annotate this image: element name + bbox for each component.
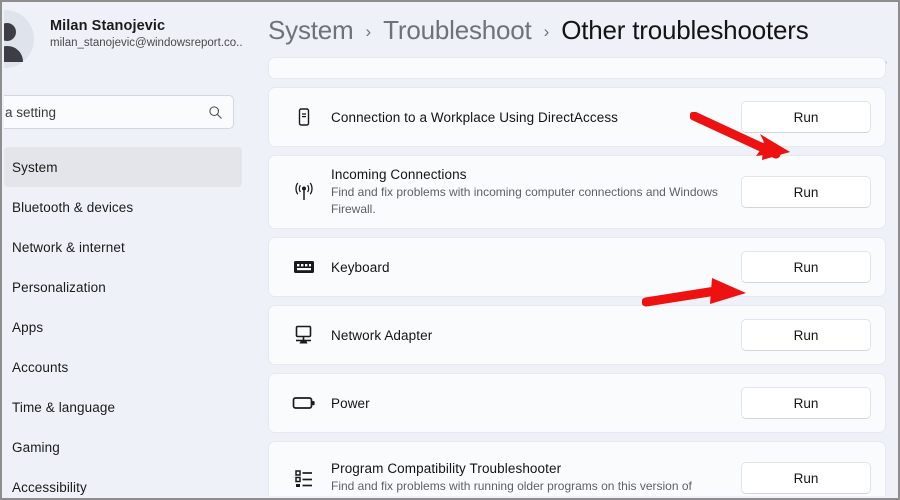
breadcrumb-separator-icon: › (365, 22, 372, 41)
run-button[interactable]: Run (741, 462, 871, 494)
network-computer-icon (287, 318, 321, 352)
troubleshooter-row: Network Adapter Run (268, 305, 886, 365)
breadcrumb: System › Troubleshoot › Other troubleshooter… (242, 4, 896, 57)
troubleshooter-row: Keyboard Run (268, 237, 886, 297)
run-button[interactable]: Run (741, 101, 871, 133)
sidebar-item-network-internet[interactable]: Network & internet (4, 227, 242, 267)
device-card-icon (287, 100, 321, 134)
troubleshooter-text: Power (321, 396, 741, 411)
sidebar-nav: System Bluetooth & devices Network & inter… (4, 147, 242, 498)
sidebar-item-label: Personalization (12, 279, 106, 295)
sidebar-item-label: Accounts (12, 359, 69, 375)
breadcrumb-separator-icon: › (543, 22, 550, 41)
troubleshooter-text: Program Compatibility Troubleshooter Find… (321, 461, 741, 494)
run-button[interactable]: Run (741, 176, 871, 208)
troubleshooter-text: Incoming Connections Find and fix problem… (321, 167, 741, 216)
sidebar-item-personalization[interactable]: Personalization (4, 267, 242, 307)
troubleshooter-text: Keyboard (321, 260, 741, 275)
sidebar-item-accessibility[interactable]: Accessibility (4, 467, 242, 498)
list-item-partial-top (268, 57, 886, 79)
broadcast-antenna-icon (287, 175, 321, 209)
troubleshooter-row: Power Run (268, 373, 886, 433)
search-icon[interactable] (208, 105, 223, 120)
sidebar: Milan Stanojevic milan_stanojevic@window… (4, 4, 242, 498)
avatar (4, 10, 34, 68)
troubleshooter-title: Connection to a Workplace Using DirectAc… (331, 109, 619, 125)
troubleshooter-list: Connection to a Workplace Using DirectAc… (242, 57, 896, 496)
troubleshooter-description: Find and fix problems with incoming comp… (331, 185, 718, 216)
breadcrumb-item-system[interactable]: System (268, 15, 354, 46)
sidebar-item-apps[interactable]: Apps (4, 307, 242, 347)
sidebar-item-accounts[interactable]: Accounts (4, 347, 242, 387)
troubleshooter-text: Connection to a Workplace Using DirectAc… (321, 110, 741, 125)
run-button[interactable]: Run (741, 387, 871, 419)
settings-window: Milan Stanojevic milan_stanojevic@window… (0, 0, 900, 500)
troubleshooter-row: Connection to a Workplace Using DirectAc… (268, 87, 886, 147)
sidebar-item-system[interactable]: System (4, 147, 242, 187)
account-email: milan_stanojevic@windowsreport.co... (50, 37, 242, 49)
sidebar-item-gaming[interactable]: Gaming (4, 427, 242, 467)
sidebar-item-time-language[interactable]: Time & language (4, 387, 242, 427)
troubleshooter-title: Keyboard (331, 259, 390, 275)
keyboard-icon (287, 250, 321, 284)
troubleshooter-text: Network Adapter (321, 328, 741, 343)
battery-icon (287, 386, 321, 420)
troubleshooter-description: Find and fix problems with running older… (331, 479, 692, 494)
sidebar-item-label: Time & language (12, 399, 116, 415)
search-box[interactable] (4, 95, 234, 129)
sidebar-item-label: Apps (12, 319, 44, 335)
run-button[interactable]: Run (741, 251, 871, 283)
account-name: Milan Stanojevic (50, 18, 166, 34)
sidebar-item-label: System (12, 159, 58, 175)
sidebar-item-label: Gaming (12, 439, 60, 455)
troubleshooter-title: Power (331, 395, 370, 411)
troubleshooter-row: Program Compatibility Troubleshooter Find… (268, 441, 886, 496)
account-block[interactable]: Milan Stanojevic milan_stanojevic@window… (4, 4, 242, 74)
sidebar-item-label: Bluetooth & devices (12, 199, 134, 215)
main-content: System › Troubleshoot › Other troubleshooter… (242, 4, 896, 496)
run-button[interactable]: Run (741, 319, 871, 351)
troubleshooter-title: Network Adapter (331, 327, 433, 343)
sidebar-item-bluetooth-devices[interactable]: Bluetooth & devices (4, 187, 242, 227)
search-input[interactable] (5, 104, 208, 120)
sidebar-item-label: Network & internet (12, 239, 125, 255)
troubleshooter-title: Program Compatibility Troubleshooter (331, 461, 562, 477)
sidebar-item-label: Accessibility (12, 479, 87, 495)
breadcrumb-item-other-troubleshooters: Other troubleshooters (561, 15, 809, 45)
breadcrumb-item-troubleshoot[interactable]: Troubleshoot (383, 15, 532, 46)
troubleshooter-title: Incoming Connections (331, 167, 467, 183)
checklist-icon (287, 461, 321, 495)
troubleshooter-row: Incoming Connections Find and fix problem… (268, 155, 886, 229)
